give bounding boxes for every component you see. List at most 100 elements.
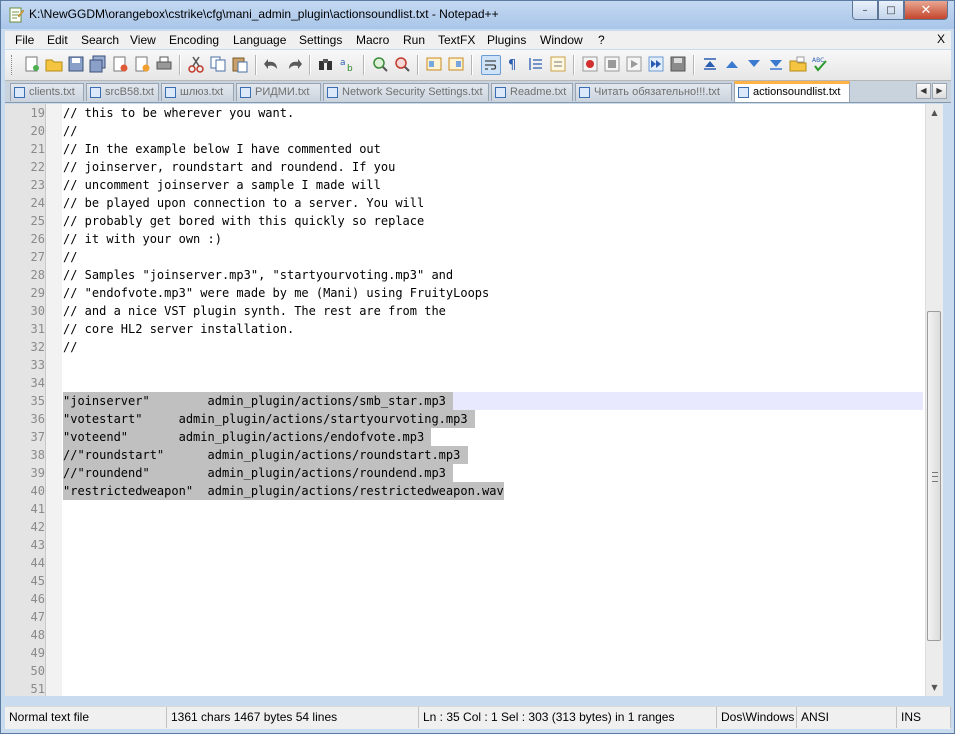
tab-clients[interactable]: clients.txt: [10, 83, 84, 101]
editor-line[interactable]: 27 //: [5, 248, 942, 266]
editor-line[interactable]: 37 "voteend" admin_plugin/actions/endofvo…: [5, 428, 942, 446]
menu-plugins[interactable]: Plugins: [487, 33, 526, 47]
editor-line[interactable]: 51: [5, 680, 942, 696]
up-icon[interactable]: [723, 55, 741, 73]
close-icon[interactable]: [111, 55, 129, 73]
menu-encoding[interactable]: Encoding: [169, 33, 219, 47]
title-bar[interactable]: K:\NewGGDM\orangebox\cstrike\cfg\mani_ad…: [1, 1, 954, 29]
spellcheck-icon[interactable]: ABC: [811, 55, 829, 73]
editor-line[interactable]: 38 //"roundstart" admin_plugin/actions/ro…: [5, 446, 942, 464]
editor-line[interactable]: 22 // joinserver, roundstart and roundend…: [5, 158, 942, 176]
editor-line[interactable]: 28 // Samples "joinserver.mp3", "startyou…: [5, 266, 942, 284]
editor-line[interactable]: 49: [5, 644, 942, 662]
indent-guide-icon[interactable]: [527, 55, 545, 73]
run-macro-icon[interactable]: [647, 55, 665, 73]
editor-line[interactable]: 40 "restrictedweapon" admin_plugin/action…: [5, 482, 942, 500]
print-icon[interactable]: [155, 55, 173, 73]
editor-line[interactable]: 35 "joinserver" admin_plugin/actions/smb_…: [5, 392, 942, 410]
down-icon[interactable]: [745, 55, 763, 73]
editor-line[interactable]: 31 // core HL2 server installation.: [5, 320, 942, 338]
editor-line[interactable]: 26 // it with your own :): [5, 230, 942, 248]
menu-file[interactable]: File: [15, 33, 34, 47]
tab-ridmi[interactable]: РИДМИ.txt: [236, 83, 321, 101]
tab-srcb58[interactable]: srcB58.txt: [86, 83, 159, 101]
menu-settings[interactable]: Settings: [299, 33, 342, 47]
editor-line[interactable]: 39 //"roundend" admin_plugin/actions/roun…: [5, 464, 942, 482]
menu-textfx[interactable]: TextFX: [438, 33, 475, 47]
menu-help[interactable]: ?: [598, 33, 605, 47]
editor-line[interactable]: 21 // In the example below I have comment…: [5, 140, 942, 158]
menu-macro[interactable]: Macro: [356, 33, 389, 47]
open-folder-icon[interactable]: [789, 55, 807, 73]
editor-line[interactable]: 19 // this to be wherever you want.: [5, 104, 942, 122]
show-all-chars-icon[interactable]: ¶: [505, 55, 523, 73]
editor-line[interactable]: 50: [5, 662, 942, 680]
vertical-scrollbar[interactable]: ▲ ▼: [925, 104, 943, 696]
find-icon[interactable]: [317, 55, 335, 73]
close-document-button[interactable]: X: [937, 32, 945, 46]
editor-line[interactable]: 36 "votestart" admin_plugin/actions/start…: [5, 410, 942, 428]
editor-line[interactable]: 25 // probably get bored with this quickl…: [5, 212, 942, 230]
maximize-button[interactable]: □: [878, 1, 904, 20]
tab-shluz[interactable]: шлюз.txt: [161, 83, 234, 101]
zoom-in-icon[interactable]: [371, 55, 389, 73]
editor-line[interactable]: 32 //: [5, 338, 942, 356]
editor-line[interactable]: 44: [5, 554, 942, 572]
save-macro-icon[interactable]: [669, 55, 687, 73]
tab-network-security-settings[interactable]: Network Security Settings.txt: [323, 83, 489, 101]
menu-language[interactable]: Language: [233, 33, 286, 47]
menu-window[interactable]: Window: [540, 33, 583, 47]
editor-line[interactable]: 41: [5, 500, 942, 518]
undo-icon[interactable]: [263, 55, 281, 73]
scroll-down-button[interactable]: ▼: [926, 679, 943, 696]
new-file-icon[interactable]: [23, 55, 41, 73]
save-icon[interactable]: [67, 55, 85, 73]
cut-icon[interactable]: [187, 55, 205, 73]
editor-line[interactable]: 45: [5, 572, 942, 590]
zoom-out-icon[interactable]: [393, 55, 411, 73]
play-macro-icon[interactable]: [625, 55, 643, 73]
stop-macro-icon[interactable]: [603, 55, 621, 73]
menu-run[interactable]: Run: [403, 33, 425, 47]
editor-line[interactable]: 47: [5, 608, 942, 626]
tab-readme[interactable]: Readme.txt: [491, 83, 573, 101]
editor-line[interactable]: 20 //: [5, 122, 942, 140]
open-file-icon[interactable]: [45, 55, 63, 73]
tab-scroll-right-button[interactable]: ▶: [932, 83, 947, 99]
trim-icon[interactable]: [701, 55, 719, 73]
fold-icon[interactable]: [549, 55, 567, 73]
copy-icon[interactable]: [209, 55, 227, 73]
menu-view[interactable]: View: [130, 33, 156, 47]
save-all-icon[interactable]: [89, 55, 107, 73]
tab-actionsoundlist[interactable]: actionsoundlist.txt: [734, 81, 850, 102]
editor-line[interactable]: 24 // be played upon connection to a serv…: [5, 194, 942, 212]
replace-icon[interactable]: ab: [339, 55, 357, 73]
scroll-up-button[interactable]: ▲: [926, 104, 943, 121]
editor-line[interactable]: 42: [5, 518, 942, 536]
word-wrap-icon[interactable]: [481, 55, 501, 75]
tab-chitat-obyazatelno[interactable]: Читать обязательно!!!.txt: [575, 83, 732, 101]
tab-scroll-left-button[interactable]: ◀: [916, 83, 931, 99]
editor-line[interactable]: 34: [5, 374, 942, 392]
close-window-button[interactable]: ✕: [904, 1, 948, 20]
scrollbar-thumb[interactable]: [927, 311, 941, 641]
editor-line[interactable]: 43: [5, 536, 942, 554]
editor-line[interactable]: 46: [5, 590, 942, 608]
down-icon[interactable]: [767, 55, 785, 73]
redo-icon[interactable]: [285, 55, 303, 73]
menu-search[interactable]: Search: [81, 33, 119, 47]
toolbar-grip[interactable]: [11, 55, 15, 75]
editor-line[interactable]: 48: [5, 626, 942, 644]
editor-line[interactable]: 23 // uncomment joinserver a sample I mad…: [5, 176, 942, 194]
minimize-button[interactable]: –: [852, 1, 878, 20]
close-all-icon[interactable]: [133, 55, 151, 73]
menu-edit[interactable]: Edit: [47, 33, 68, 47]
editor-line[interactable]: 33: [5, 356, 942, 374]
sync-v-icon[interactable]: [425, 55, 443, 73]
editor-line[interactable]: 29 // "endofvote.mp3" were made by me (Ma…: [5, 284, 942, 302]
paste-icon[interactable]: [231, 55, 249, 73]
sync-h-icon[interactable]: [447, 55, 465, 73]
record-macro-icon[interactable]: [581, 55, 599, 73]
text-editor[interactable]: 19 // this to be wherever you want. 20 // 21…: [5, 104, 942, 696]
editor-line[interactable]: 30 // and a nice VST plugin synth. The re…: [5, 302, 942, 320]
